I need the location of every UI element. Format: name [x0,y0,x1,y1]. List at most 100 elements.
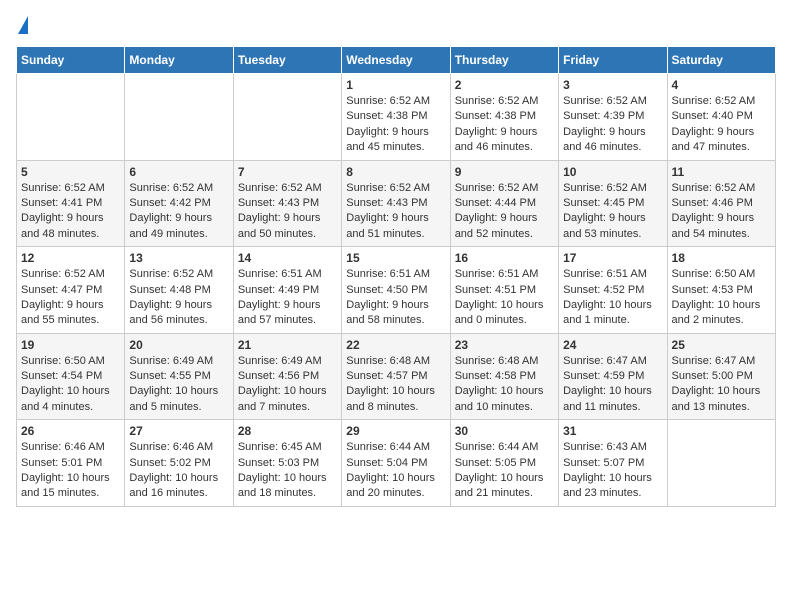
calendar-cell [17,74,125,161]
calendar-cell: 7 Sunrise: 6:52 AM Sunset: 4:43 PM Daylig… [233,160,341,247]
day-info: Sunrise: 6:52 AM Sunset: 4:44 PM Dayligh… [455,181,554,243]
calendar-week-row: 12Sunrise: 6:52 AM Sunset: 4:47 PM Dayli… [17,247,776,334]
day-info: Sunrise: 6:52 AM Sunset: 4:41 PM Dayligh… [21,181,120,243]
calendar-cell [667,420,775,507]
day-info: Sunrise: 6:52 AM Sunset: 4:39 PM Dayligh… [563,94,662,156]
day-info: Sunrise: 6:51 AM Sunset: 4:49 PM Dayligh… [238,267,337,329]
day-info: Sunrise: 6:49 AM Sunset: 4:56 PM Dayligh… [238,354,337,416]
day-info: Sunrise: 6:46 AM Sunset: 5:01 PM Dayligh… [21,440,120,502]
day-info: Sunrise: 6:50 AM Sunset: 4:54 PM Dayligh… [21,354,120,416]
day-number: 10 [563,165,662,179]
day-number: 25 [672,338,771,352]
weekday-header-thursday: Thursday [450,47,558,74]
weekday-header-tuesday: Tuesday [233,47,341,74]
calendar-cell: 20 Sunrise: 6:49 AM Sunset: 4:55 PM Dayli… [125,333,233,420]
day-info: Sunrise: 6:47 AM Sunset: 4:59 PM Dayligh… [563,354,662,416]
calendar-cell [125,74,233,161]
calendar-cell: 31 Sunrise: 6:43 AM Sunset: 5:07 PM Dayli… [559,420,667,507]
logo [16,16,28,34]
calendar-cell: 5Sunrise: 6:52 AM Sunset: 4:41 PM Daylig… [17,160,125,247]
day-info: Sunrise: 6:52 AM Sunset: 4:42 PM Dayligh… [129,181,228,243]
calendar-cell: 9 Sunrise: 6:52 AM Sunset: 4:44 PM Daylig… [450,160,558,247]
calendar-cell: 6 Sunrise: 6:52 AM Sunset: 4:42 PM Daylig… [125,160,233,247]
day-info: Sunrise: 6:46 AM Sunset: 5:02 PM Dayligh… [129,440,228,502]
day-info: Sunrise: 6:47 AM Sunset: 5:00 PM Dayligh… [672,354,771,416]
day-info: Sunrise: 6:43 AM Sunset: 5:07 PM Dayligh… [563,440,662,502]
day-number: 24 [563,338,662,352]
day-info: Sunrise: 6:44 AM Sunset: 5:04 PM Dayligh… [346,440,445,502]
day-number: 13 [129,251,228,265]
day-number: 8 [346,165,445,179]
calendar-cell: 24 Sunrise: 6:47 AM Sunset: 4:59 PM Dayli… [559,333,667,420]
day-number: 16 [455,251,554,265]
page-header [16,16,776,34]
day-number: 30 [455,424,554,438]
day-number: 26 [21,424,120,438]
day-info: Sunrise: 6:44 AM Sunset: 5:05 PM Dayligh… [455,440,554,502]
day-info: Sunrise: 6:52 AM Sunset: 4:46 PM Dayligh… [672,181,771,243]
calendar-cell: 2Sunrise: 6:52 AM Sunset: 4:38 PM Daylig… [450,74,558,161]
calendar-week-row: 19Sunrise: 6:50 AM Sunset: 4:54 PM Dayli… [17,333,776,420]
calendar-week-row: 1 Sunrise: 6:52 AM Sunset: 4:38 PM Daylig… [17,74,776,161]
day-info: Sunrise: 6:52 AM Sunset: 4:38 PM Dayligh… [455,94,554,156]
calendar-cell: 18 Sunrise: 6:50 AM Sunset: 4:53 PM Dayli… [667,247,775,334]
day-number: 6 [129,165,228,179]
calendar-cell: 29 Sunrise: 6:44 AM Sunset: 5:04 PM Dayli… [342,420,450,507]
calendar-cell: 28 Sunrise: 6:45 AM Sunset: 5:03 PM Dayli… [233,420,341,507]
day-number: 9 [455,165,554,179]
calendar-cell: 11 Sunrise: 6:52 AM Sunset: 4:46 PM Dayli… [667,160,775,247]
calendar-cell: 1 Sunrise: 6:52 AM Sunset: 4:38 PM Daylig… [342,74,450,161]
day-number: 29 [346,424,445,438]
day-number: 23 [455,338,554,352]
day-number: 20 [129,338,228,352]
weekday-header-sunday: Sunday [17,47,125,74]
calendar-week-row: 5Sunrise: 6:52 AM Sunset: 4:41 PM Daylig… [17,160,776,247]
day-number: 22 [346,338,445,352]
day-info: Sunrise: 6:50 AM Sunset: 4:53 PM Dayligh… [672,267,771,329]
day-number: 7 [238,165,337,179]
day-info: Sunrise: 6:49 AM Sunset: 4:55 PM Dayligh… [129,354,228,416]
day-number: 27 [129,424,228,438]
day-info: Sunrise: 6:52 AM Sunset: 4:38 PM Dayligh… [346,94,445,156]
calendar-cell: 3 Sunrise: 6:52 AM Sunset: 4:39 PM Daylig… [559,74,667,161]
calendar-cell: 16 Sunrise: 6:51 AM Sunset: 4:51 PM Dayli… [450,247,558,334]
calendar-cell: 26 Sunrise: 6:46 AM Sunset: 5:01 PM Dayli… [17,420,125,507]
calendar-cell: 10 Sunrise: 6:52 AM Sunset: 4:45 PM Dayli… [559,160,667,247]
day-info: Sunrise: 6:52 AM Sunset: 4:40 PM Dayligh… [672,94,771,156]
day-number: 28 [238,424,337,438]
day-number: 17 [563,251,662,265]
day-info: Sunrise: 6:45 AM Sunset: 5:03 PM Dayligh… [238,440,337,502]
logo-triangle-icon [18,16,28,34]
calendar-cell: 21 Sunrise: 6:49 AM Sunset: 4:56 PM Dayli… [233,333,341,420]
calendar-cell: 25 Sunrise: 6:47 AM Sunset: 5:00 PM Dayli… [667,333,775,420]
weekday-header-wednesday: Wednesday [342,47,450,74]
weekday-header-monday: Monday [125,47,233,74]
weekday-header-row: SundayMondayTuesdayWednesdayThursdayFrid… [17,47,776,74]
day-info: Sunrise: 6:52 AM Sunset: 4:43 PM Dayligh… [238,181,337,243]
day-number: 3 [563,78,662,92]
calendar-cell: 27 Sunrise: 6:46 AM Sunset: 5:02 PM Dayli… [125,420,233,507]
day-number: 1 [346,78,445,92]
day-info: Sunrise: 6:51 AM Sunset: 4:52 PM Dayligh… [563,267,662,329]
calendar-cell: 17 Sunrise: 6:51 AM Sunset: 4:52 PM Dayli… [559,247,667,334]
calendar-week-row: 26 Sunrise: 6:46 AM Sunset: 5:01 PM Dayli… [17,420,776,507]
day-info: Sunrise: 6:52 AM Sunset: 4:45 PM Dayligh… [563,181,662,243]
day-number: 12 [21,251,120,265]
day-number: 18 [672,251,771,265]
calendar-cell: 30 Sunrise: 6:44 AM Sunset: 5:05 PM Dayli… [450,420,558,507]
day-number: 21 [238,338,337,352]
calendar-cell: 14 Sunrise: 6:51 AM Sunset: 4:49 PM Dayli… [233,247,341,334]
day-number: 11 [672,165,771,179]
calendar-cell: 13 Sunrise: 6:52 AM Sunset: 4:48 PM Dayli… [125,247,233,334]
day-info: Sunrise: 6:52 AM Sunset: 4:48 PM Dayligh… [129,267,228,329]
calendar-cell: 4Sunrise: 6:52 AM Sunset: 4:40 PM Daylig… [667,74,775,161]
calendar-cell: 22 Sunrise: 6:48 AM Sunset: 4:57 PM Dayli… [342,333,450,420]
calendar-table: SundayMondayTuesdayWednesdayThursdayFrid… [16,46,776,507]
calendar-cell: 19Sunrise: 6:50 AM Sunset: 4:54 PM Dayli… [17,333,125,420]
calendar-cell: 23Sunrise: 6:48 AM Sunset: 4:58 PM Dayli… [450,333,558,420]
day-info: Sunrise: 6:51 AM Sunset: 4:51 PM Dayligh… [455,267,554,329]
day-number: 14 [238,251,337,265]
day-number: 31 [563,424,662,438]
day-info: Sunrise: 6:48 AM Sunset: 4:57 PM Dayligh… [346,354,445,416]
weekday-header-saturday: Saturday [667,47,775,74]
